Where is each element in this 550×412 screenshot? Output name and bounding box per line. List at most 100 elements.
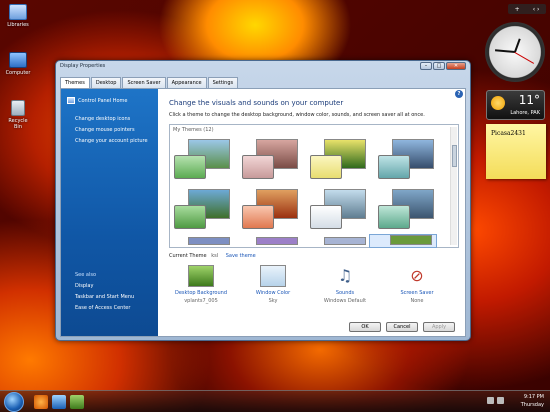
cancel-button[interactable]: Cancel — [386, 322, 418, 332]
help-icon[interactable]: ? — [455, 90, 463, 98]
desktop-icon-computer[interactable]: Computer — [4, 52, 32, 76]
option-value: None — [410, 298, 424, 304]
tab-settings[interactable]: Settings — [207, 77, 239, 88]
maximize-button[interactable]: □ — [433, 62, 445, 70]
taskbar-clock[interactable]: 9:17 PM Thursday — [521, 393, 544, 409]
current-theme-value: ksl — [211, 253, 219, 259]
desktop-background-icon — [188, 265, 214, 287]
users-icon[interactable] — [70, 395, 84, 409]
theme-color-swatch — [378, 205, 410, 229]
taskbar-time: 9:17 PM — [523, 394, 544, 400]
sticky-note-text[interactable]: Picasa2431 — [491, 130, 526, 137]
sun-icon — [491, 96, 505, 110]
theme-color-swatch — [310, 155, 342, 179]
page-instruction: Click a theme to change the desktop back… — [169, 112, 425, 118]
sidebar-item-desktop-icons[interactable]: Change desktop icons — [75, 116, 148, 122]
desktop-icon-recycle-bin[interactable]: Recycle Bin — [4, 100, 32, 130]
sticky-note[interactable]: Picasa2431 — [486, 124, 546, 179]
minimize-button[interactable]: – — [420, 62, 432, 70]
apply-button[interactable]: Apply — [423, 322, 455, 332]
add-gadget-button[interactable]: + — [515, 6, 520, 13]
sidebar: Control Panel Home Change desktop icons … — [61, 89, 158, 336]
tab-appearance[interactable]: Appearance — [166, 77, 207, 88]
theme-list: My Themes (12) — [169, 124, 459, 248]
option-title: Desktop Background — [174, 290, 228, 296]
desktop-icon-label: Computer — [5, 70, 31, 76]
desktop-icon-libraries[interactable]: Libraries — [4, 4, 32, 28]
theme-wallpaper — [188, 237, 230, 245]
theme-thumbnail[interactable] — [310, 237, 366, 245]
see-also-taskbar[interactable]: Taskbar and Start Menu — [75, 294, 134, 300]
theme-thumbnail[interactable] — [174, 237, 230, 245]
theme-thumbnail[interactable] — [310, 139, 366, 179]
option-title: Sounds — [335, 290, 355, 296]
theme-wallpaper — [256, 237, 298, 245]
sidebar-item-account-picture[interactable]: Change your account picture — [75, 138, 148, 144]
theme-color-swatch — [174, 155, 206, 179]
clock-gadget[interactable] — [485, 22, 545, 82]
option-value: vplants7_005 — [184, 298, 218, 304]
theme-thumbnail[interactable] — [174, 139, 230, 179]
theme-color-swatch — [174, 205, 206, 229]
start-button[interactable] — [4, 392, 24, 412]
weather-gadget[interactable]: 11° Lahore, PAK — [486, 90, 545, 120]
control-panel-icon — [67, 97, 75, 104]
theme-color-swatch — [242, 155, 274, 179]
screen-saver-icon: ⊘ — [410, 266, 424, 285]
option-title: Window Color — [255, 290, 291, 296]
sidebar-links: Change desktop icons Change mouse pointe… — [75, 116, 148, 149]
personalization-window: Display Properties – □ ✕ Themes Desktop … — [55, 60, 471, 341]
see-also-ease-of-access[interactable]: Ease of Access Center — [75, 305, 134, 311]
see-also: See also Display Taskbar and Start Menu … — [75, 272, 134, 316]
control-panel-home-link[interactable]: Control Panel Home — [67, 97, 128, 104]
option-value: Windows Default — [323, 298, 367, 304]
scrollbar-thumb[interactable] — [452, 145, 457, 167]
tab-screen-saver[interactable]: Screen Saver — [122, 77, 166, 88]
theme-thumbnail[interactable] — [310, 189, 366, 229]
theme-thumbnail[interactable] — [378, 139, 434, 179]
weather-location: Lahore, PAK — [510, 110, 540, 116]
window-title: Display Properties — [60, 63, 106, 69]
theme-color-swatch — [310, 205, 342, 229]
computer-icon — [9, 52, 27, 68]
network-icon[interactable] — [487, 397, 494, 404]
ok-button[interactable]: OK — [349, 322, 381, 332]
see-also-display[interactable]: Display — [75, 283, 134, 289]
theme-thumbnail-selected[interactable] — [369, 234, 437, 248]
window-color-option[interactable]: Window Color Sky — [238, 265, 308, 304]
theme-thumbnail[interactable] — [378, 189, 434, 229]
theme-color-swatch — [242, 205, 274, 229]
firefox-icon[interactable] — [34, 395, 48, 409]
gadget-controls[interactable]: + ‹ › — [508, 4, 546, 14]
save-theme-link[interactable]: Save theme — [226, 253, 256, 259]
tab-themes[interactable]: Themes — [60, 77, 90, 88]
taskbar-day: Thursday — [520, 402, 544, 408]
libraries-icon — [9, 4, 27, 20]
gadget-nav-button[interactable]: ‹ › — [533, 6, 540, 13]
theme-thumbnail[interactable] — [174, 189, 230, 229]
display-icon[interactable] — [52, 395, 66, 409]
dialog-buttons: OK Cancel Apply — [349, 322, 455, 332]
tab-desktop[interactable]: Desktop — [90, 77, 122, 88]
see-also-header: See also — [75, 272, 97, 278]
theme-list-scrollbar[interactable] — [450, 127, 457, 245]
theme-thumbnail[interactable] — [242, 237, 298, 245]
desktop-icon-label: Libraries — [7, 22, 29, 28]
recycle-bin-icon — [11, 100, 25, 116]
option-title: Screen Saver — [400, 290, 434, 296]
sounds-option[interactable]: ♫ Sounds Windows Default — [310, 265, 380, 304]
theme-wallpaper — [324, 237, 366, 245]
volume-icon[interactable] — [497, 397, 504, 404]
desktop-background-option[interactable]: Desktop Background vplants7_005 — [166, 265, 236, 304]
control-panel-home-label: Control Panel Home — [78, 97, 128, 104]
close-button[interactable]: ✕ — [446, 62, 466, 70]
window-color-icon — [260, 265, 286, 287]
sidebar-item-mouse-pointers[interactable]: Change mouse pointers — [75, 127, 148, 133]
window-controls: – □ ✕ — [420, 62, 466, 70]
theme-thumbnail[interactable] — [242, 139, 298, 179]
current-theme: Current Theme ksl Save theme — [169, 253, 256, 259]
theme-color-swatch — [378, 155, 410, 179]
theme-thumbnail[interactable] — [242, 189, 298, 229]
screen-saver-option[interactable]: ⊘ Screen Saver None — [382, 265, 452, 304]
system-tray — [487, 397, 504, 404]
